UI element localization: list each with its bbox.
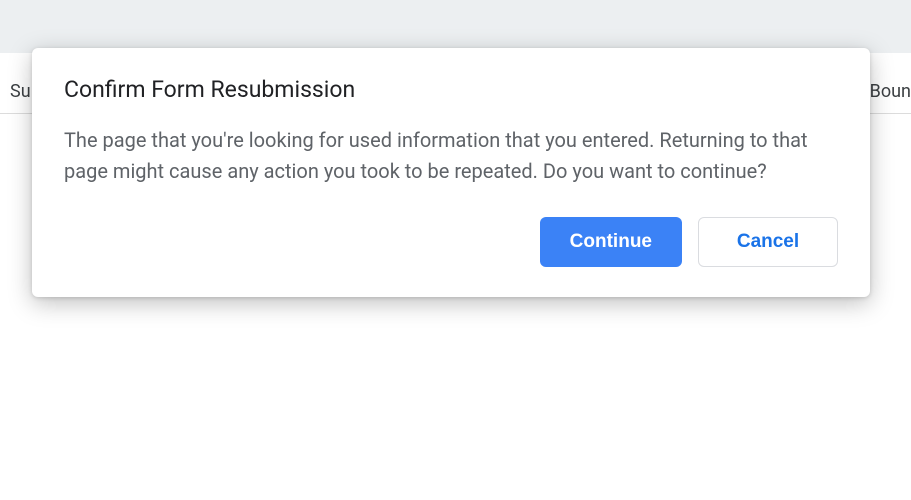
top-band — [0, 0, 911, 53]
continue-button[interactable]: Continue — [540, 217, 682, 267]
header-left-fragment: Su — [10, 81, 31, 102]
cancel-button[interactable]: Cancel — [698, 217, 838, 267]
confirm-resubmission-dialog: Confirm Form Resubmission The page that … — [32, 48, 870, 297]
dialog-title: Confirm Form Resubmission — [64, 76, 838, 103]
header-right-fragment: Boun — [870, 81, 911, 102]
dialog-body-text: The page that you're looking for used in… — [64, 125, 838, 187]
dialog-actions: Continue Cancel — [64, 217, 838, 267]
